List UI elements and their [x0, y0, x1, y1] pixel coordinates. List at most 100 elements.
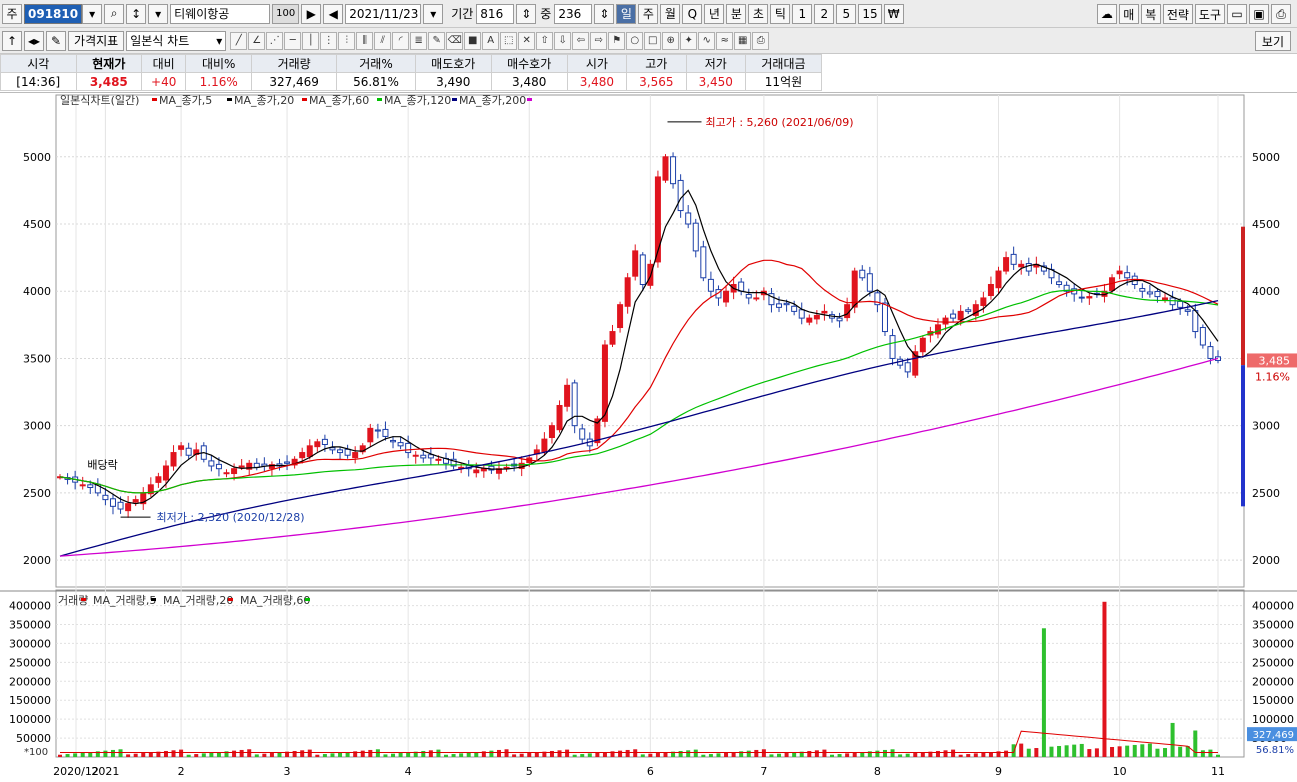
edit-icon[interactable]: ✎ [46, 30, 67, 51]
prev-arrow-icon[interactable]: ◀ [323, 3, 344, 24]
chart-area[interactable]: 2000200025002500300030003500350040004000… [0, 92, 1297, 778]
erase-icon[interactable]: ⌫ [446, 31, 464, 50]
folder-icon[interactable]: ▭ [1227, 4, 1247, 24]
up-icon[interactable]: ⇧ [536, 31, 554, 50]
interval-button[interactable]: 5 [836, 3, 857, 24]
down-icon[interactable]: ⇩ [554, 31, 572, 50]
right-button-sell[interactable]: 매 [1118, 4, 1139, 24]
volume-bar [163, 750, 168, 757]
hline-icon[interactable]: ─ [284, 31, 302, 50]
wave-icon[interactable]: ∿ [698, 31, 716, 50]
view-button[interactable]: 보기 [1254, 31, 1291, 51]
interval-button[interactable]: 15 [858, 3, 882, 24]
cloud-icon[interactable]: ☁ [1096, 4, 1117, 24]
candle-body [942, 317, 949, 325]
grid3-icon[interactable]: ⫼ [356, 31, 374, 50]
vline-icon[interactable]: │ [302, 31, 320, 50]
grid2-icon[interactable]: ⫶ [338, 31, 356, 50]
volume-bar [315, 754, 320, 757]
period-stepper-icon[interactable]: ⇕ [516, 3, 537, 24]
right-button-multi[interactable]: 복 [1140, 4, 1161, 24]
count-input[interactable]: 236 [554, 3, 593, 24]
tools-button[interactable]: 도구 [1194, 4, 1225, 24]
cycle-icon[interactable]: ◜ [392, 31, 410, 50]
interval-button[interactable]: 일 [616, 3, 637, 24]
period-input[interactable]: 816 [476, 3, 515, 24]
volume-bar [534, 752, 539, 757]
count-stepper-icon[interactable]: ⇕ [594, 3, 615, 24]
interval-button[interactable]: Q [682, 3, 703, 24]
interval-button[interactable]: 틱 [770, 3, 791, 24]
image-icon[interactable]: ▦ [734, 31, 752, 50]
stock-code-input[interactable]: 091810 [24, 3, 83, 24]
interval-button[interactable]: 초 [748, 3, 769, 24]
square-icon[interactable]: □ [644, 31, 662, 50]
color-icon[interactable]: ■ [464, 31, 482, 50]
code-dropdown-icon[interactable]: ▾ [82, 3, 103, 24]
interval-button[interactable]: 월 [660, 3, 681, 24]
grid-icon[interactable]: ⋮ [320, 31, 338, 50]
volume-bar [489, 750, 494, 757]
x-tick-label: 2 [178, 765, 185, 778]
sort-icon[interactable]: ↕ [126, 3, 147, 24]
line-tool-icon[interactable]: ╱ [230, 31, 248, 50]
volume-tick-label: 50000 [16, 732, 51, 745]
text-icon[interactable]: A [482, 31, 500, 50]
volume-bar [300, 750, 305, 757]
volume-bar [391, 753, 396, 757]
select-icon[interactable]: ⬚ [500, 31, 518, 50]
save-icon[interactable]: ▣ [1249, 4, 1269, 24]
quote-header: 현재가 [75, 54, 143, 73]
circle-icon[interactable]: ○ [626, 31, 644, 50]
chart-type-select[interactable]: 일본식 차트 ▾ [126, 30, 227, 51]
search-icon[interactable]: ⌕ [104, 3, 125, 24]
volume-bar [663, 752, 668, 757]
zoom-icon[interactable]: ⊕ [662, 31, 680, 50]
indicator-button[interactable]: 가격지표 [68, 30, 125, 51]
cross-icon[interactable]: ✕ [518, 31, 536, 50]
print-small-icon[interactable]: ⎙ [752, 31, 770, 50]
price-tick-label: 4500 [23, 218, 51, 231]
magic-icon[interactable]: ✦ [680, 31, 698, 50]
volume-bar [58, 754, 62, 757]
market-select[interactable]: 주 [2, 3, 22, 24]
flag-icon[interactable]: ⚑ [608, 31, 626, 50]
interval-button[interactable]: 분 [726, 3, 747, 24]
list-dropdown-icon[interactable]: ▾ [148, 3, 169, 24]
candle-body [723, 290, 730, 303]
stock-name-field[interactable]: 티웨이항공 [170, 3, 271, 24]
channel-icon[interactable]: ⫽ [374, 31, 392, 50]
volume-bar [1200, 750, 1205, 757]
candle-body [87, 484, 94, 489]
pencil-icon[interactable]: ✎ [428, 31, 446, 50]
candle-body [132, 499, 139, 503]
fan-tool-icon[interactable]: ⋰ [266, 31, 284, 50]
volume-bar [1155, 748, 1160, 757]
candle-body [231, 468, 238, 475]
right-icon[interactable]: ⇨ [590, 31, 608, 50]
angle-tool-icon[interactable]: ∠ [248, 31, 266, 50]
volume-bar [837, 754, 842, 757]
up-arrow-icon[interactable]: ↑ [2, 30, 22, 51]
interval-button[interactable]: ₩ [883, 3, 904, 24]
fib-icon[interactable]: ≣ [410, 31, 428, 50]
volume-bar [292, 750, 297, 757]
interval-button[interactable]: 2 [814, 3, 835, 24]
volume-bar [830, 754, 834, 757]
strategy-button[interactable]: 전략 [1162, 4, 1193, 24]
print-icon[interactable]: ⎙ [1271, 4, 1291, 24]
left-icon[interactable]: ⇦ [572, 31, 590, 50]
interval-button[interactable]: 주 [638, 3, 659, 24]
scroll-arrows-icon[interactable]: ◂▸ [24, 30, 45, 51]
wave2-icon[interactable]: ≈ [716, 31, 734, 50]
interval-button[interactable]: 1 [792, 3, 813, 24]
volume-bar [459, 753, 464, 757]
candle-body [1184, 309, 1191, 312]
next-arrow-icon[interactable]: ▶ [301, 3, 322, 24]
volume-bar [852, 752, 857, 757]
current-change-label: 1.16% [1255, 370, 1290, 383]
date-input[interactable]: 2021/11/23 [345, 3, 422, 24]
interval-button[interactable]: 년 [704, 3, 725, 24]
date-dropdown-icon[interactable]: ▾ [423, 3, 444, 24]
stock-chart[interactable]: 2000200025002500300030003500350040004000… [0, 93, 1297, 779]
